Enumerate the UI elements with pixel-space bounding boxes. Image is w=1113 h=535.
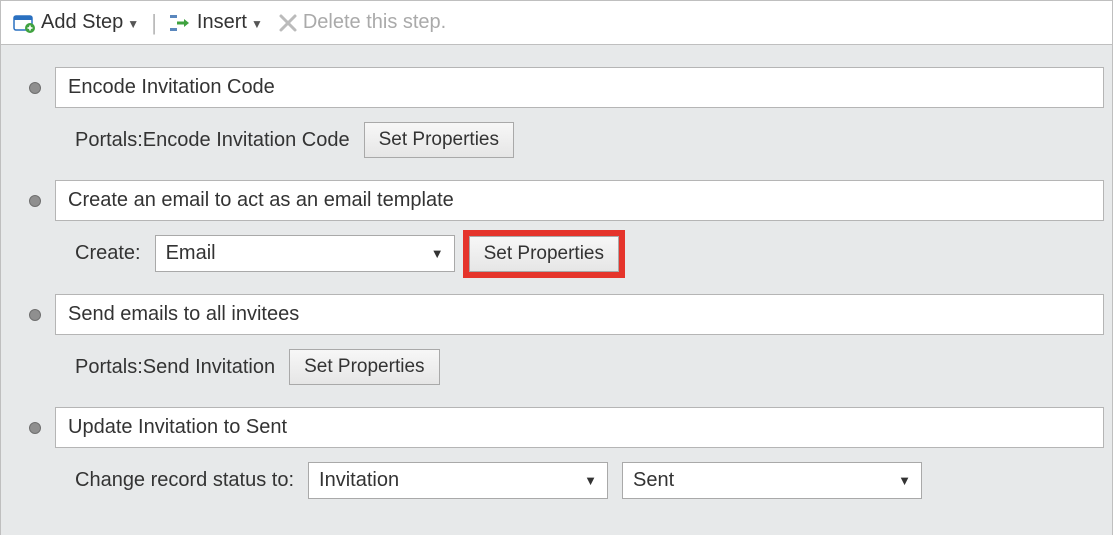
chevron-down-icon: ▼ — [431, 246, 444, 261]
select-value: Sent — [633, 469, 674, 492]
insert-icon — [169, 13, 193, 33]
step-bullet-icon — [29, 82, 41, 94]
step-action-label: Portals:Send Invitation — [75, 356, 275, 379]
toolbar-separator: | — [149, 10, 159, 36]
step-action-label: Portals:Encode Invitation Code — [75, 129, 350, 152]
toolbar: Add Step ▼ | Insert ▼ — [1, 1, 1112, 45]
step-header-row — [9, 63, 1104, 112]
insert-menu[interactable]: Insert ▼ — [165, 9, 267, 36]
workflow-editor: Add Step ▼ | Insert ▼ — [0, 0, 1113, 535]
step-header-row — [9, 403, 1104, 452]
steps-area: Portals:Encode Invitation Code Set Prope… — [1, 45, 1112, 535]
dropdown-caret-icon: ▼ — [251, 17, 263, 31]
add-step-menu[interactable]: Add Step ▼ — [9, 9, 143, 36]
select-value: Email — [166, 242, 216, 265]
step-header-row — [9, 290, 1104, 339]
step-bullet-icon — [29, 195, 41, 207]
set-properties-button[interactable]: Set Properties — [469, 236, 619, 272]
change-status-label: Change record status to: — [75, 469, 294, 492]
insert-label: Insert — [197, 11, 247, 34]
step-detail-row: Portals:Encode Invitation Code Set Prope… — [9, 112, 1104, 176]
status-entity-select[interactable]: Invitation ▼ — [308, 462, 608, 499]
add-step-label: Add Step — [41, 11, 123, 34]
step-block: Change record status to: Invitation ▼ Se… — [9, 403, 1104, 517]
step-block: Portals:Encode Invitation Code Set Prope… — [9, 63, 1104, 176]
step-detail-row: Change record status to: Invitation ▼ Se… — [9, 452, 1104, 517]
chevron-down-icon: ▼ — [584, 473, 597, 488]
step-bullet-icon — [29, 422, 41, 434]
select-value: Invitation — [319, 469, 399, 492]
status-value-select[interactable]: Sent ▼ — [622, 462, 922, 499]
step-bullet-icon — [29, 309, 41, 321]
create-label: Create: — [75, 242, 141, 265]
step-block: Create: Email ▼ Set Properties — [9, 176, 1104, 290]
step-block: Portals:Send Invitation Set Properties — [9, 290, 1104, 403]
step-title-input[interactable] — [55, 294, 1104, 335]
dropdown-caret-icon: ▼ — [127, 17, 139, 31]
chevron-down-icon: ▼ — [898, 473, 911, 488]
delete-step-button: Delete this step. — [273, 9, 450, 36]
set-properties-button[interactable]: Set Properties — [364, 122, 514, 158]
step-title-input[interactable] — [55, 180, 1104, 221]
delete-label: Delete this step. — [303, 11, 446, 34]
set-properties-button[interactable]: Set Properties — [289, 349, 439, 385]
step-detail-row: Portals:Send Invitation Set Properties — [9, 339, 1104, 403]
add-step-icon — [13, 13, 37, 33]
step-detail-row: Create: Email ▼ Set Properties — [9, 225, 1104, 290]
delete-icon — [277, 12, 299, 34]
step-header-row — [9, 176, 1104, 225]
step-title-input[interactable] — [55, 407, 1104, 448]
create-entity-select[interactable]: Email ▼ — [155, 235, 455, 272]
step-title-input[interactable] — [55, 67, 1104, 108]
